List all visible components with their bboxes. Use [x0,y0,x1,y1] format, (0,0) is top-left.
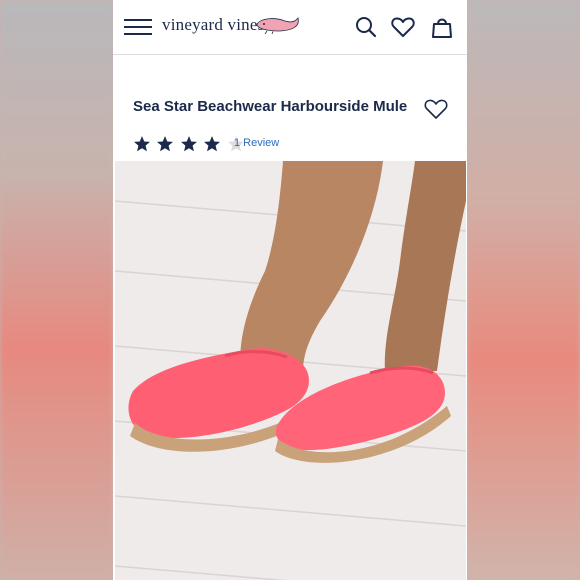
review-count-link[interactable]: 1 Review [234,137,279,149]
star-filled-icon [204,136,221,152]
product-image[interactable] [115,161,466,580]
heart-icon[interactable] [390,14,416,40]
site-header: vineyard vines [113,0,467,55]
star-filled-icon [180,136,197,152]
shopping-bag-icon[interactable] [429,14,455,40]
mobile-screen: vineyard vines Sea Star Beachwear Harbou… [113,0,467,580]
star-filled-icon [134,136,150,152]
whale-logo-icon [256,17,299,34]
backdrop-left [0,0,113,580]
wishlist-heart-icon[interactable] [423,97,449,121]
brand-logo-text[interactable]: vineyard vines [162,15,264,35]
product-title: Sea Star Beachwear Harbourside Mule [133,98,408,115]
menu-icon[interactable] [124,16,154,38]
star-filled-icon [157,136,174,152]
search-icon[interactable] [353,14,379,40]
rating-stars [133,135,246,153]
backdrop-right [467,0,580,580]
product-photo-illustration [115,161,466,580]
